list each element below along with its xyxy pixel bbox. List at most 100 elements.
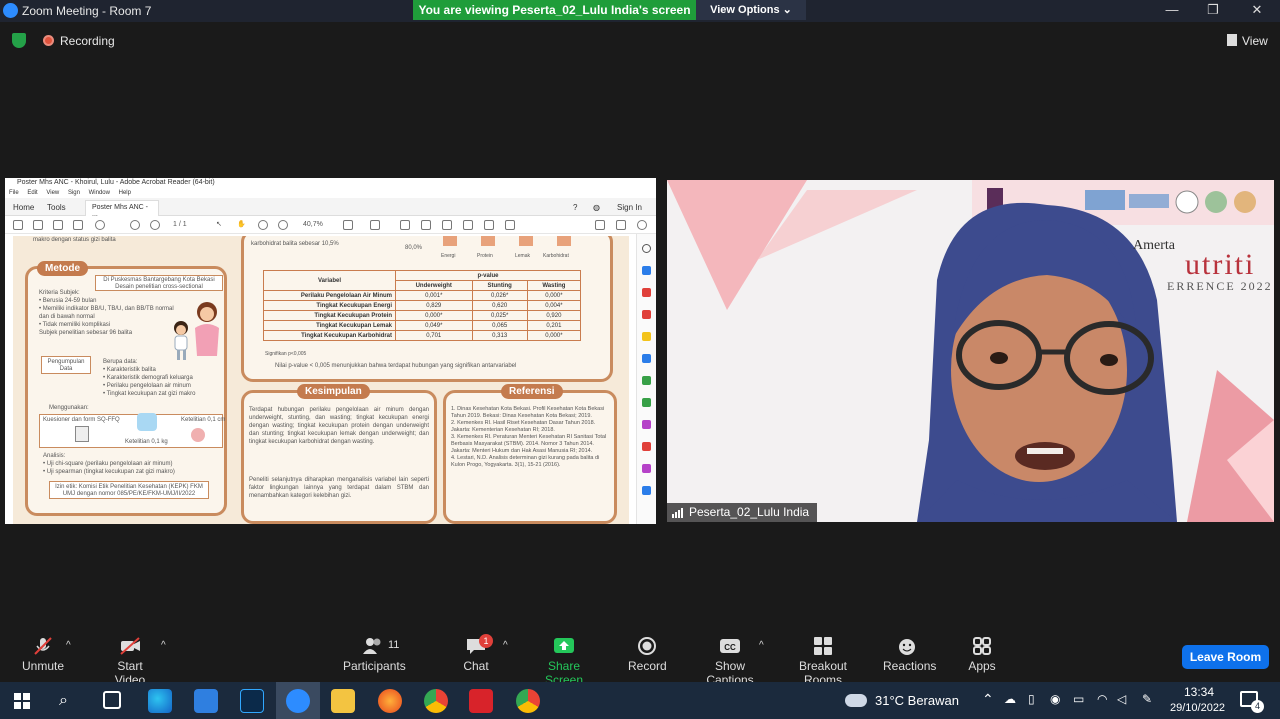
tab-document[interactable]: Poster Mhs ANC - ... (85, 200, 159, 218)
tray-expand-icon[interactable]: ⌃ (982, 691, 994, 708)
clock-time[interactable]: 13:34 (1184, 685, 1214, 699)
highlight-icon[interactable] (421, 220, 431, 230)
audio-options-caret[interactable]: ^ (66, 640, 71, 651)
carb-note: karbohidrat balita sebesar 10,5% (251, 241, 339, 247)
store-icon[interactable] (194, 689, 218, 713)
participants-count: 11 (388, 639, 400, 651)
help-icon[interactable]: ? (573, 203, 577, 212)
battery-icon[interactable]: ▭ (1073, 692, 1084, 706)
print-icon[interactable] (73, 220, 83, 230)
edge-icon[interactable] (148, 689, 172, 713)
fit-page-icon[interactable] (343, 220, 353, 230)
protect-icon[interactable] (642, 442, 651, 451)
create-pdf-icon[interactable] (642, 288, 651, 297)
tab-tools[interactable]: Tools (47, 203, 66, 212)
minimize-icon[interactable]: — (1162, 2, 1182, 17)
zoom-icon[interactable] (642, 244, 651, 253)
page-down-icon[interactable] (150, 220, 160, 230)
zoom-tray-icon[interactable]: ◉ (1050, 692, 1060, 706)
video-options-caret[interactable]: ^ (161, 640, 166, 651)
breakout-rooms-button[interactable]: Breakout Rooms (781, 636, 865, 687)
record-button[interactable]: Record (628, 636, 667, 673)
draw-icon[interactable] (442, 220, 452, 230)
organize-icon[interactable] (642, 376, 651, 385)
send-icon[interactable] (642, 486, 651, 495)
email-icon[interactable] (616, 220, 626, 230)
wifi-icon[interactable]: ◠ (1097, 692, 1107, 706)
hand-icon[interactable]: ✋ (237, 220, 247, 230)
analisis-text: Analisis: • Uji chi-square (perilaku pen… (43, 453, 175, 475)
close-icon[interactable]: ✕ (1247, 2, 1267, 18)
save-icon[interactable] (13, 220, 23, 230)
view-icon[interactable] (1227, 34, 1237, 46)
reactions-button[interactable]: Reactions (883, 636, 936, 673)
captions-options-caret[interactable]: ^ (759, 640, 764, 651)
menu-help[interactable]: Help (119, 190, 131, 196)
show-captions-button[interactable]: CC Show Captions (692, 636, 768, 687)
tab-home[interactable]: Home (13, 203, 34, 212)
export-pdf-icon[interactable] (642, 266, 651, 275)
bell-icon[interactable]: ◍ (593, 203, 600, 212)
page-up-icon[interactable] (130, 220, 140, 230)
account-icon[interactable] (637, 220, 647, 230)
bookmark-icon[interactable] (33, 220, 43, 230)
maximize-icon[interactable]: ❐ (1203, 2, 1223, 18)
menu-sign[interactable]: Sign (68, 190, 80, 196)
menu-window[interactable]: Window (89, 190, 110, 196)
zoom-level[interactable]: 40,7% (303, 221, 323, 228)
comment-icon[interactable] (400, 220, 410, 230)
share-screen-button[interactable]: Share Screen (530, 636, 598, 687)
security-shield-icon[interactable] (12, 33, 26, 48)
pen-icon[interactable]: ✎ (1142, 692, 1152, 706)
volume-icon[interactable]: ◁ (1117, 692, 1126, 706)
page-number[interactable]: 1 / 1 (173, 221, 187, 228)
clock-date[interactable]: 29/10/2022 (1170, 702, 1225, 714)
view-options-button[interactable]: View Options ⌄ (696, 0, 806, 20)
photoshop-icon[interactable] (240, 689, 264, 713)
scan-icon[interactable] (642, 398, 651, 407)
onedrive-icon[interactable]: ☁ (1004, 692, 1016, 706)
reactions-icon (899, 639, 915, 655)
leave-room-button[interactable]: Leave Room (1182, 645, 1269, 669)
file-explorer-icon[interactable] (331, 689, 355, 713)
mendeley-icon[interactable] (469, 689, 493, 713)
recording-label[interactable]: Recording (60, 34, 115, 48)
view-button[interactable]: View (1242, 34, 1268, 48)
start-video-button[interactable]: Start Video (101, 636, 159, 687)
menu-view[interactable]: View (46, 190, 59, 196)
firefox-icon[interactable] (378, 689, 402, 713)
zoom-out-icon[interactable] (258, 220, 268, 230)
chrome-profile-icon[interactable] (516, 689, 540, 713)
table-cell: Tingkat Kecukupan Protein (263, 310, 396, 321)
fill-sign-icon[interactable] (642, 420, 651, 429)
combine-icon[interactable] (642, 354, 651, 363)
unmute-button[interactable]: Unmute (22, 636, 64, 673)
cursor-icon[interactable]: ↖ (216, 220, 226, 230)
rotate-icon[interactable] (505, 220, 515, 230)
delete-icon[interactable] (484, 220, 494, 230)
sign-icon[interactable] (595, 220, 605, 230)
view-options-label: View Options (710, 4, 780, 16)
stamp-icon[interactable] (463, 220, 473, 230)
task-view-icon[interactable] (103, 691, 121, 709)
chat-options-caret[interactable]: ^ (503, 640, 508, 651)
kriteria-text: Kriteria Subjek: • Berusia 24-59 bulan •… (39, 290, 174, 336)
comment-tool-icon[interactable] (642, 332, 651, 341)
edit-pdf-icon[interactable] (642, 310, 651, 319)
sign-in-button[interactable]: Sign In (617, 203, 642, 212)
scroll-mode-icon[interactable] (370, 220, 380, 230)
weather-text[interactable]: 31°C Berawan (875, 693, 959, 708)
chrome-icon[interactable] (424, 689, 448, 713)
upload-icon[interactable] (53, 220, 63, 230)
more-tools-icon[interactable] (642, 464, 651, 473)
device-icon[interactable]: ▯ (1028, 692, 1035, 706)
zoom-search-icon[interactable] (95, 220, 105, 230)
menu-edit[interactable]: Edit (27, 190, 37, 196)
zoom-in-icon[interactable] (278, 220, 288, 230)
table-cell: 0,000* (526, 290, 582, 301)
zoom-taskbar-icon[interactable] (286, 689, 310, 713)
menu-file[interactable]: File (9, 190, 19, 196)
apps-button[interactable]: Apps (968, 636, 996, 673)
search-icon[interactable]: ⌕ (59, 692, 68, 710)
windows-start-icon[interactable] (14, 693, 30, 709)
